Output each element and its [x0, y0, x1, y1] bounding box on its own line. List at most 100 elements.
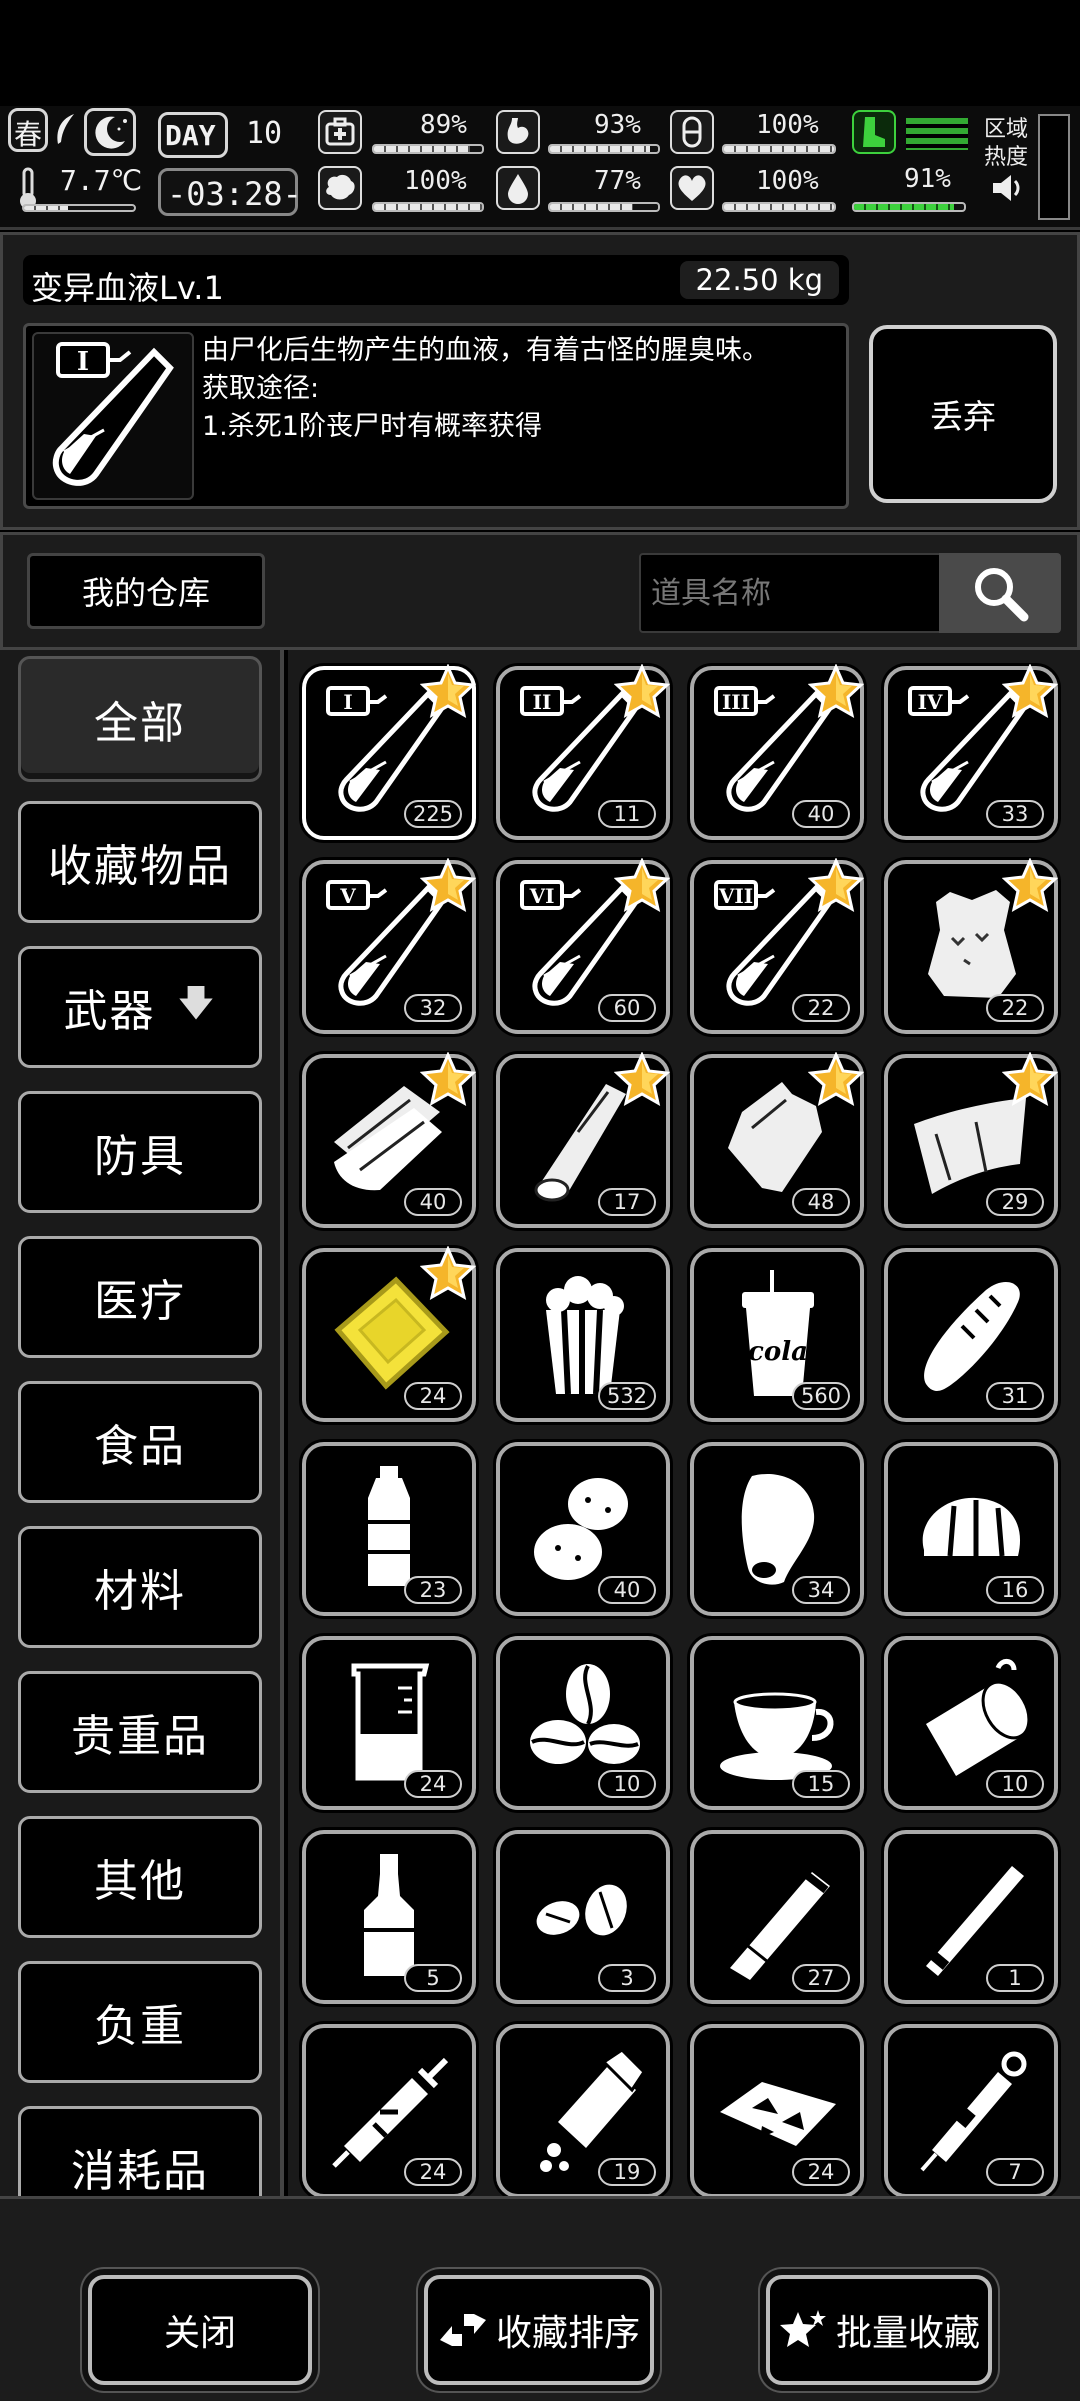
search-button[interactable]	[939, 553, 1061, 633]
category-9[interactable]: 负重	[18, 1961, 262, 2083]
inventory-slot[interactable]: VI 60	[496, 858, 670, 1034]
category-6[interactable]: 材料	[18, 1526, 262, 1648]
inventory-slot[interactable]: 16	[884, 1442, 1058, 1616]
health-bar	[372, 144, 484, 154]
category-5[interactable]: 食品	[18, 1381, 262, 1503]
item-count: 19	[598, 2158, 656, 2186]
boot-icon	[852, 110, 896, 154]
bread-bun-icon	[922, 1497, 1021, 1557]
inventory-grid: I 225 II 11 III 40 IV 33 V 32 VI 60 VII …	[288, 650, 1080, 2196]
category-1[interactable]: 收藏物品	[18, 801, 262, 923]
item-count: 33	[986, 800, 1044, 828]
inventory-slot[interactable]: V 32	[302, 858, 476, 1034]
item-count: 560	[792, 1382, 850, 1410]
item-count: 15	[792, 1770, 850, 1798]
inventory-slot[interactable]: 7	[884, 2024, 1058, 2196]
chips-icon	[720, 2082, 836, 2146]
inventory-slot[interactable]: 31	[884, 1248, 1058, 1422]
inventory-slot[interactable]: 5	[302, 1830, 476, 2004]
item-count: 225	[404, 800, 462, 828]
inventory-slot[interactable]: 532	[496, 1248, 670, 1422]
item-detail-panel: 变异血液Lv.1 22.50 kg I 由尸化后生物产生的血液，有着古怪的腥臭味…	[0, 232, 1080, 530]
inventory-slot[interactable]: 24	[302, 1636, 476, 1810]
category-3[interactable]: 防具	[18, 1091, 262, 1213]
inventory-slot[interactable]: 10	[496, 1636, 670, 1810]
favorite-star-icon	[1002, 858, 1058, 912]
favorite-sort-button[interactable]: 收藏排序	[424, 2275, 654, 2385]
inventory-slot[interactable]: 34	[690, 1442, 864, 1616]
item-count: 31	[986, 1382, 1044, 1410]
inventory-slot[interactable]: 23	[302, 1442, 476, 1616]
category-2[interactable]: 武器 🡇	[18, 946, 262, 1068]
inventory-slot[interactable]: cola 560	[690, 1248, 864, 1422]
inventory-slot[interactable]: IV 33	[884, 664, 1058, 840]
item-search-input[interactable]	[639, 553, 941, 633]
category-label: 医疗	[94, 1276, 186, 1327]
inventory-slot[interactable]: 24	[302, 2024, 476, 2196]
item-count: 16	[986, 1576, 1044, 1604]
thirst-bar	[548, 202, 660, 212]
my-warehouse-tab[interactable]: 我的仓库	[27, 553, 265, 629]
item-count: 22	[792, 994, 850, 1022]
immunity-bar	[722, 144, 836, 154]
favorite-star-icon	[614, 858, 670, 912]
inventory-slot[interactable]: 19	[496, 2024, 670, 2196]
category-0[interactable]: 全部	[18, 656, 262, 782]
inventory-slot[interactable]: 1	[884, 1830, 1058, 2004]
category-sidebar[interactable]: 全部收藏物品武器 🡇 防具医疗食品材料贵重品其他负重消耗品	[0, 650, 284, 2196]
cola-cup-icon: cola	[742, 1270, 814, 1396]
category-10[interactable]: 消耗品	[18, 2106, 262, 2196]
inventory-slot[interactable]: 17	[496, 1052, 670, 1228]
svg-text:cola: cola	[748, 1337, 808, 1367]
inventory-slot[interactable]: 40	[496, 1442, 670, 1616]
zone-heat-label: 区域 热度	[984, 117, 1029, 170]
inventory-slot[interactable]: III 40	[690, 664, 864, 840]
item-name: 变异血液Lv.1	[31, 269, 224, 307]
category-7[interactable]: 贵重品	[18, 1671, 262, 1793]
batch-favorite-button[interactable]: 批量收藏	[766, 2275, 992, 2385]
liquor-bottle-icon	[364, 1854, 414, 1976]
search-icon	[975, 568, 1029, 622]
favorite-star-icon	[420, 1052, 476, 1106]
close-button[interactable]: 关闭	[88, 2275, 312, 2385]
popcorn-icon	[546, 1276, 624, 1395]
inventory-slot[interactable]: 22	[884, 858, 1058, 1034]
inventory-slot[interactable]: I 225	[302, 664, 476, 840]
inventory-slot[interactable]: 40	[302, 1052, 476, 1228]
category-label: 其他	[94, 1856, 186, 1907]
beaker-icon	[351, 1663, 430, 1781]
inventory-slot[interactable]: 15	[690, 1636, 864, 1810]
item-count: 3	[598, 1964, 656, 1992]
potatoes-icon	[534, 1478, 628, 1580]
item-count: 24	[404, 2158, 462, 2186]
inventory-slot[interactable]: 3	[496, 1830, 670, 2004]
category-label: 消耗品	[71, 2146, 209, 2196]
discard-button[interactable]: 丢弃	[869, 325, 1057, 503]
svg-text:III: III	[722, 690, 750, 714]
category-8[interactable]: 其他	[18, 1816, 262, 1938]
injector-pen-icon	[920, 2051, 1027, 2172]
cigarette-icon	[926, 1866, 1024, 1976]
category-4[interactable]: 医疗	[18, 1236, 262, 1358]
item-count: 11	[598, 800, 656, 828]
inventory-slot[interactable]: 10	[884, 1636, 1058, 1810]
inventory-slot[interactable]: 29	[884, 1052, 1058, 1228]
inventory-slot[interactable]: VII 22	[690, 858, 864, 1034]
item-count: 40	[598, 1576, 656, 1604]
stomach-icon	[496, 110, 540, 154]
immunity-value: 100%	[756, 110, 819, 140]
item-count: 34	[792, 1576, 850, 1604]
inventory-slot[interactable]: 27	[690, 1830, 864, 2004]
speaker-icon[interactable]	[990, 170, 1026, 206]
inventory-slot[interactable]: 24	[690, 2024, 864, 2196]
water-drop-icon	[496, 166, 540, 210]
item-count: 17	[598, 1188, 656, 1216]
swap-arrows-icon	[439, 2314, 486, 2346]
inventory-slot[interactable]: 24	[302, 1246, 476, 1422]
svg-text:II: II	[533, 690, 552, 714]
item-preview-level: I	[77, 347, 89, 377]
inventory-slot[interactable]: II 11	[496, 664, 670, 840]
inventory-slot[interactable]: 48	[690, 1052, 864, 1228]
category-label: 食品	[94, 1421, 186, 1472]
item-count: 40	[792, 800, 850, 828]
